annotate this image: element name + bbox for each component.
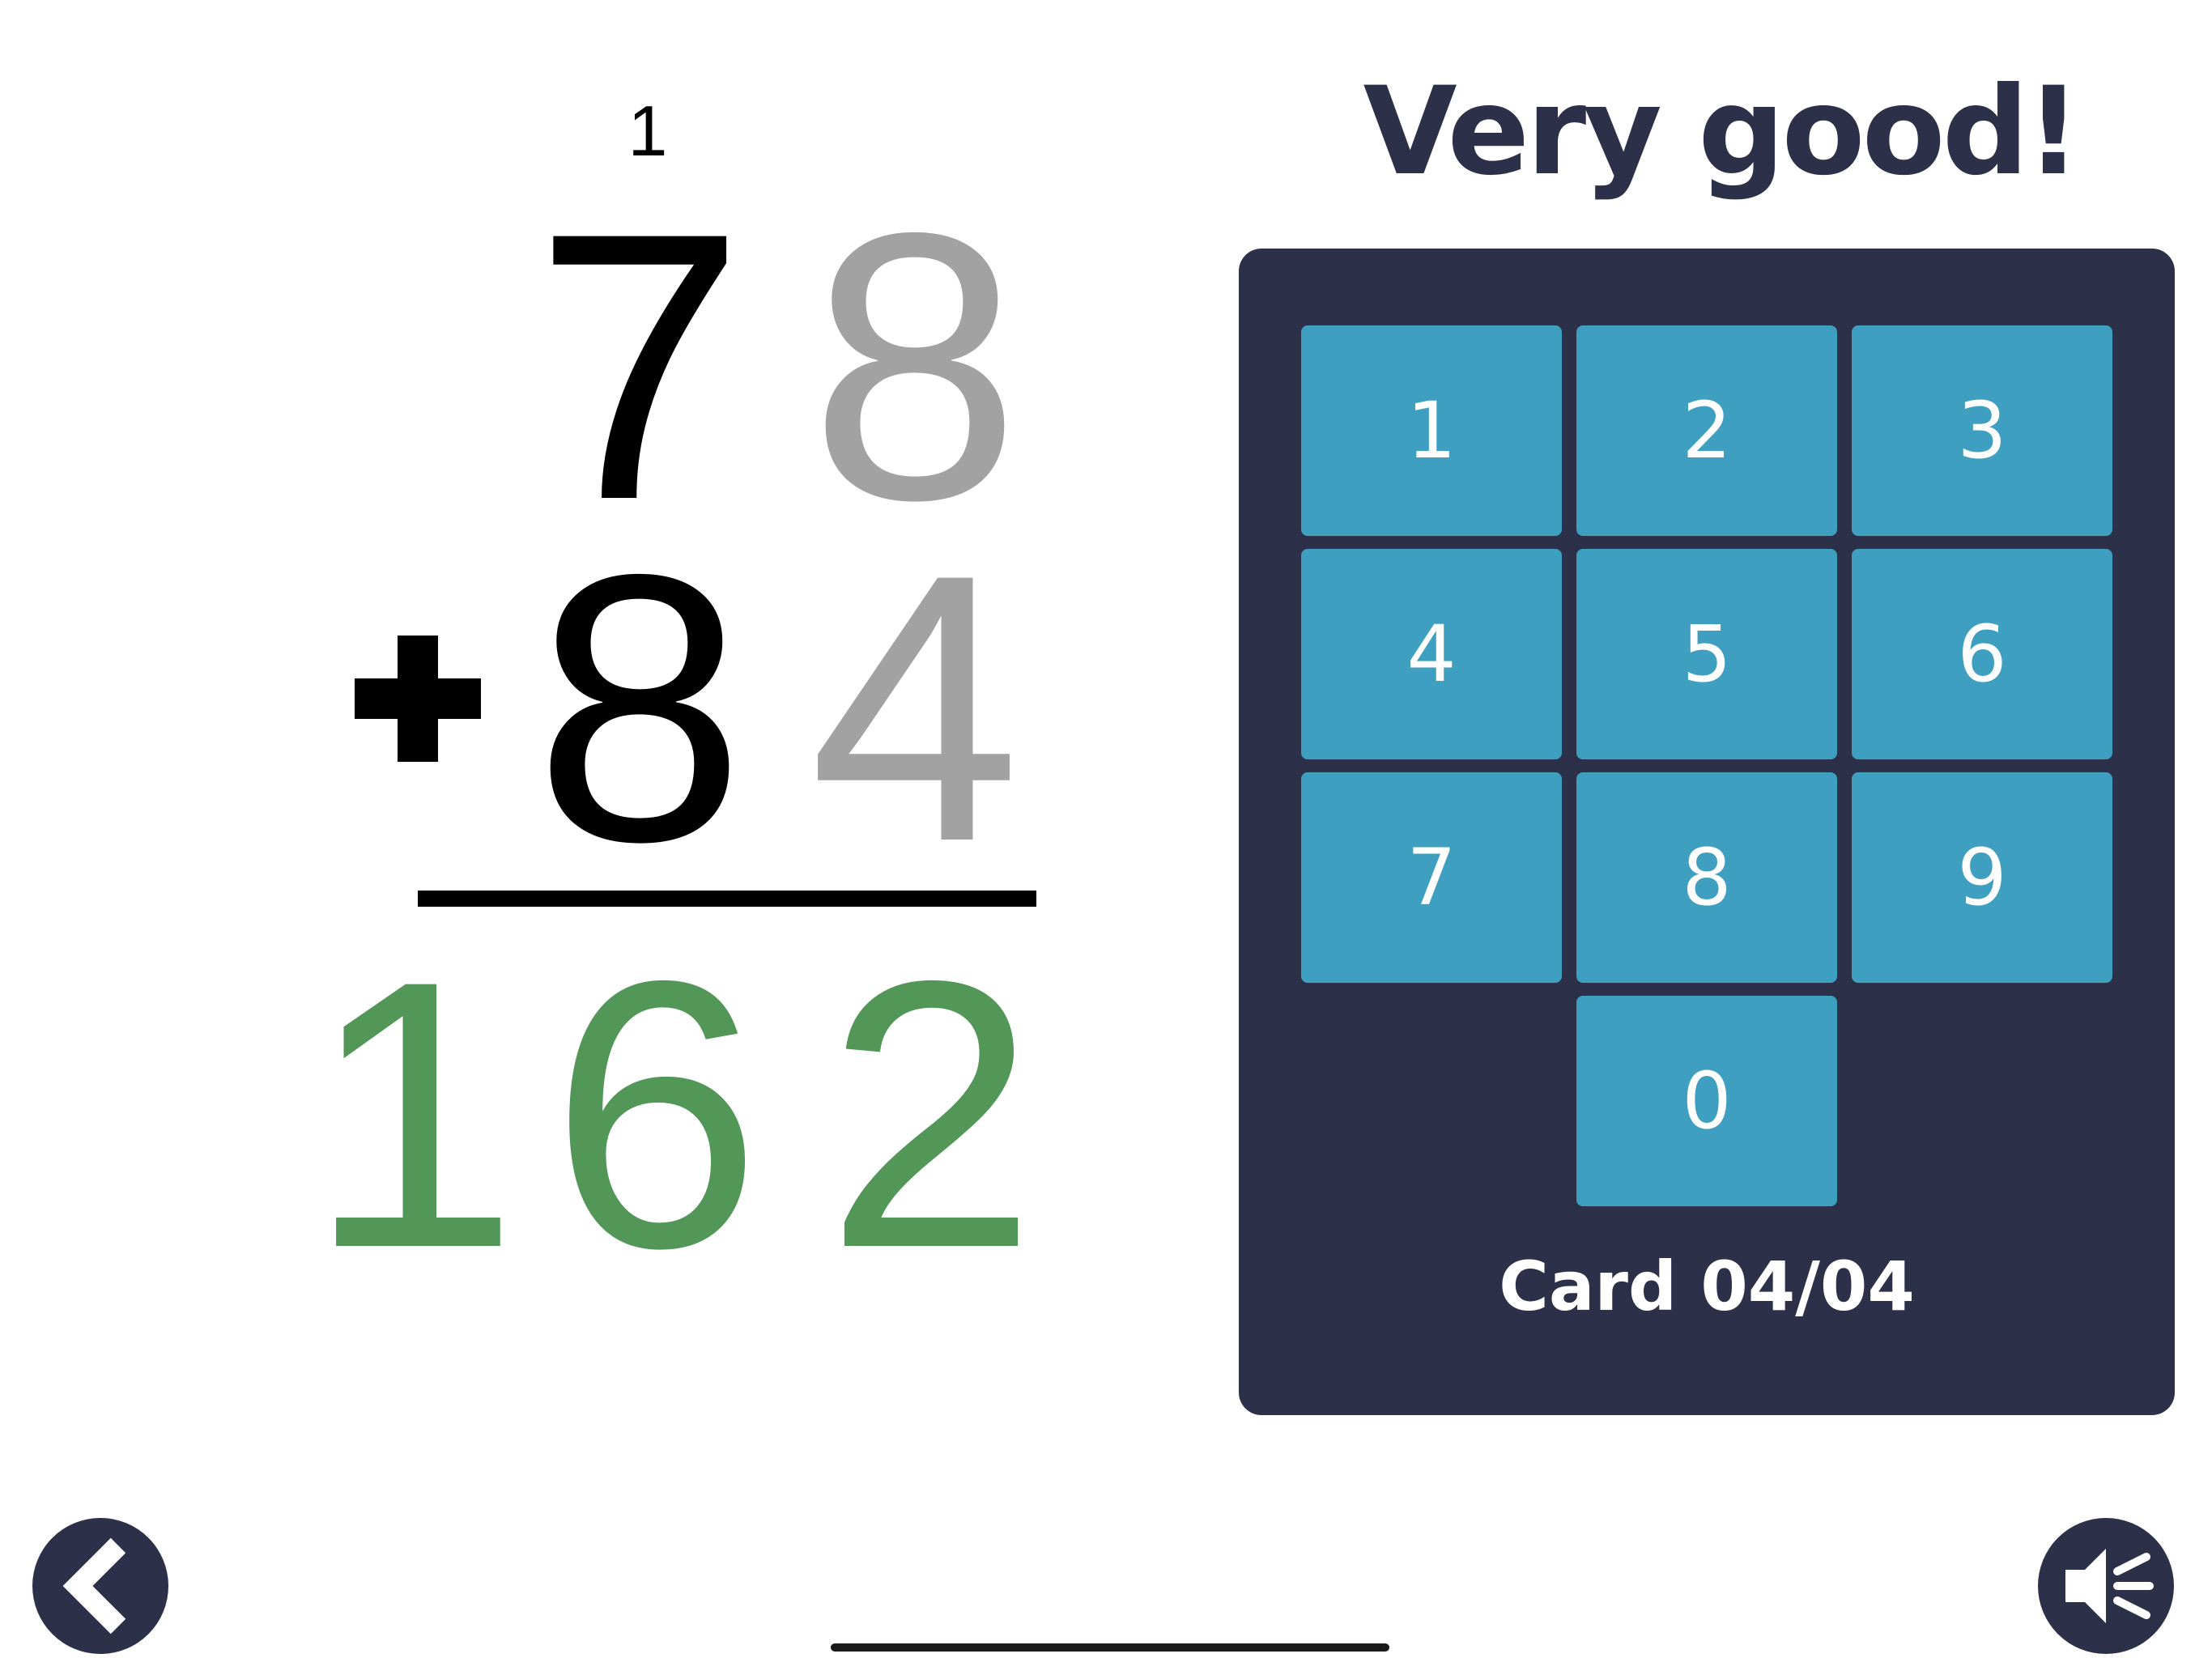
key-9[interactable]: 9 [1852,772,2112,983]
bottom-tens-digit: 8 [534,495,746,920]
keypad-panel: 1 2 3 4 5 6 7 8 9 0 Card 04/04 [1239,249,2175,1415]
bottom-ones-digit: 4 [809,495,1021,920]
speaker-icon [2065,1549,2154,1623]
result-hundreds-digit: 1 [307,902,519,1327]
key-5[interactable]: 5 [1576,549,1837,759]
result-tens-digit: 6 [550,902,762,1327]
result-ones-digit: 2 [825,902,1037,1327]
key-2[interactable]: 2 [1576,325,1837,536]
plus-icon [355,636,481,762]
sound-toggle-button[interactable] [2038,1518,2174,1654]
feedback-message: Very good! [1363,62,2082,202]
key-6[interactable]: 6 [1852,549,2112,759]
key-0[interactable]: 0 [1576,996,1837,1206]
home-indicator[interactable] [831,1643,1389,1652]
key-3[interactable]: 3 [1852,325,2112,536]
card-progress-label: Card 04/04 [1499,1247,1915,1326]
back-button[interactable] [32,1518,168,1654]
key-7[interactable]: 7 [1301,772,1562,983]
chevron-left-icon [62,1537,126,1635]
key-8[interactable]: 8 [1576,772,1837,983]
key-1[interactable]: 1 [1301,325,1562,536]
key-4[interactable]: 4 [1301,549,1562,759]
addition-problem: 1 7 8 8 4 1 6 2 [0,0,1150,1376]
